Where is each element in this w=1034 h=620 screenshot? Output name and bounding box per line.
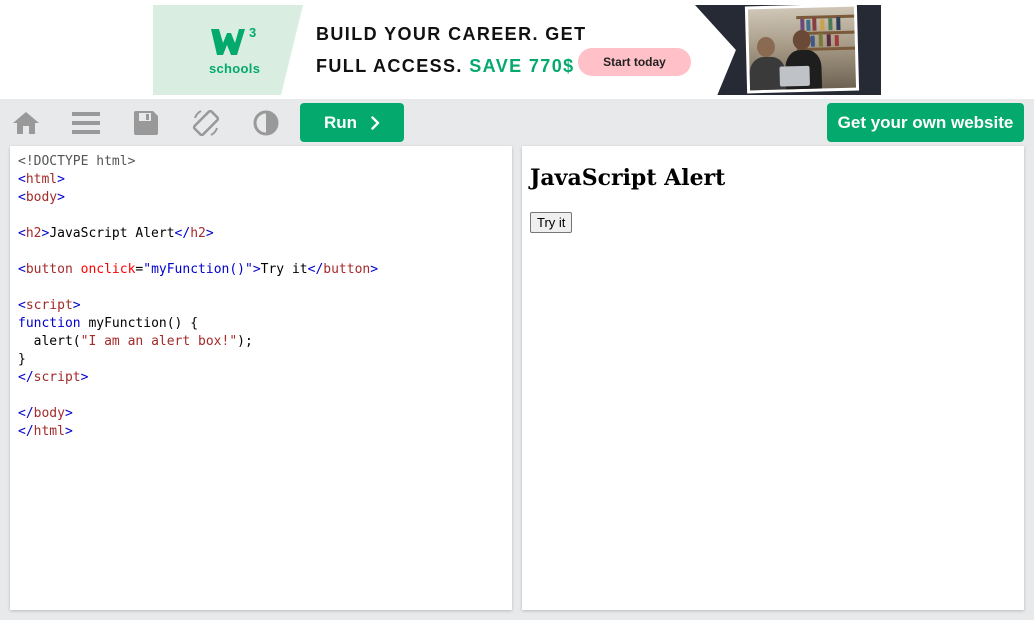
code-tag: h2	[190, 226, 206, 241]
code-tag: script	[25, 298, 73, 313]
code-editor[interactable]: <!DOCTYPE html> <html> <body> <h2>JavaSc…	[10, 146, 512, 610]
book	[812, 17, 817, 31]
logo-text: schools	[209, 61, 261, 76]
code-punct: }	[18, 352, 26, 367]
code-tag: body	[25, 190, 58, 205]
book	[836, 16, 841, 31]
code-doctype: <!DOCTYPE html>	[18, 154, 136, 169]
code-alert-call: alert(	[18, 334, 81, 349]
ad-headline-1: BUILD YOUR CAREER. GET	[316, 24, 587, 44]
code-tag: html	[25, 172, 58, 187]
get-your-own-website-button[interactable]: Get your own website	[827, 103, 1024, 142]
chevron-right-icon	[371, 115, 380, 130]
code-function-signature: myFunction() {	[80, 316, 199, 331]
start-today-button[interactable]: Start today	[578, 48, 691, 76]
code-tag: html	[33, 424, 65, 439]
code-text[interactable]: <!DOCTYPE html> <html> <body> <h2>JavaSc…	[18, 153, 378, 441]
ad-area: 3 schools BUILD YOUR CAREER. GET FULL AC…	[0, 0, 1034, 99]
ad-divider	[281, 5, 303, 95]
ad-photo	[744, 5, 860, 94]
run-button[interactable]: Run	[300, 103, 404, 142]
code-tag: button	[25, 262, 73, 277]
code-text-node: Try it	[260, 262, 308, 277]
book	[806, 19, 811, 31]
book	[826, 34, 831, 47]
code-string: "I am an alert box!"	[80, 334, 238, 349]
ad-photo-image	[747, 6, 857, 91]
code-attr: onclick	[80, 262, 136, 277]
code-text-node: JavaScript Alert	[49, 226, 175, 241]
run-label: Run	[323, 112, 358, 132]
editor-toolbar: Run Get your own website	[0, 99, 1034, 146]
shelf	[796, 14, 855, 20]
ad-offer: SAVE 770$	[469, 56, 575, 76]
code-attr-value: "myFunction()"	[143, 262, 253, 277]
rotate-icon[interactable]	[191, 108, 221, 138]
save-icon[interactable]	[131, 108, 161, 138]
book	[834, 35, 839, 47]
code-tag: h2	[25, 226, 42, 241]
logo-superscript: 3	[249, 25, 257, 40]
result-heading: JavaScript Alert	[530, 165, 726, 191]
contrast-icon[interactable]	[251, 108, 281, 138]
ad-headline-2-text: FULL ACCESS.	[316, 56, 470, 76]
menu-icon[interactable]	[71, 108, 101, 138]
person-head	[756, 36, 776, 58]
book	[810, 35, 815, 47]
try-it-button[interactable]: Try it	[530, 212, 573, 233]
code-tag: button	[323, 262, 371, 277]
w3schools-logo-icon	[211, 29, 245, 55]
code-tag: body	[33, 406, 65, 421]
book	[828, 18, 833, 31]
book	[820, 19, 825, 31]
code-keyword: function	[18, 316, 81, 331]
code-tag: script	[33, 370, 81, 385]
home-icon[interactable]	[11, 108, 41, 138]
laptop	[779, 65, 810, 87]
code-punct: );	[237, 334, 253, 349]
result-frame: JavaScript Alert Try it	[522, 146, 1024, 610]
ad-banner[interactable]: 3 schools BUILD YOUR CAREER. GET FULL AC…	[153, 5, 881, 95]
ad-headline-2: FULL ACCESS. SAVE 770$	[316, 56, 575, 77]
book	[818, 33, 823, 47]
